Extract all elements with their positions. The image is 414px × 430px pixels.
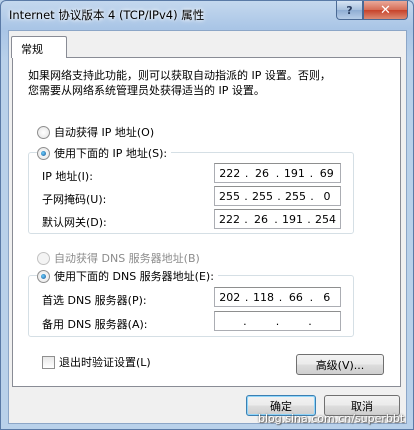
radio-auto-ip[interactable]: 自动获得 IP 地址(O) bbox=[37, 124, 154, 140]
subnet-mask-field[interactable]: 255. 255. 255. 0 bbox=[214, 186, 341, 206]
validate-on-exit-checkbox[interactable]: 退出时验证设置(L) bbox=[42, 354, 151, 370]
default-gateway-field[interactable]: 222. 26. 191. 254 bbox=[214, 209, 341, 229]
radio-manual-dns-indicator bbox=[37, 269, 50, 283]
ip-octet-3: 191 bbox=[283, 166, 305, 180]
pdns-octet-4: 6 bbox=[323, 290, 331, 304]
watermark-text: blog.sina.com.cn/superbbt bbox=[258, 412, 405, 425]
gateway-octet-4: 254 bbox=[315, 212, 336, 226]
default-gateway-label: 默认网关(D): bbox=[42, 216, 107, 229]
ip-address-label: IP 地址(I): bbox=[42, 170, 93, 183]
intro-line-1: 如果网络支持此功能，则可以获取自动指派的 IP 设置。否则， bbox=[28, 69, 331, 82]
intro-text: 如果网络支持此功能，则可以获取自动指派的 IP 设置。否则， 您需要从网络系统管… bbox=[28, 68, 368, 98]
title-bar[interactable]: Internet 协议版本 4 (TCP/IPv4) 属性 ? ✕ bbox=[1, 1, 413, 28]
gateway-octet-3: 191 bbox=[282, 212, 303, 226]
ip-octet-1: 222 bbox=[219, 166, 241, 180]
radio-manual-ip[interactable]: 使用下面的 IP 地址(S): bbox=[37, 145, 172, 161]
pdns-octet-1: 202 bbox=[219, 290, 241, 304]
radio-manual-dns[interactable]: 使用下面的 DNS 服务器地址(E): bbox=[37, 268, 218, 284]
radio-auto-ip-label: 自动获得 IP 地址(O) bbox=[54, 126, 155, 139]
mask-octet-4: 0 bbox=[323, 189, 331, 203]
preferred-dns-label: 首选 DNS 服务器(P): bbox=[42, 294, 147, 307]
preferred-dns-field[interactable]: 202. 118. 66. 6 bbox=[214, 287, 341, 307]
intro-line-2: 您需要从网络系统管理员处获得适当的 IP 设置。 bbox=[28, 84, 265, 97]
radio-manual-ip-indicator bbox=[37, 146, 50, 160]
radio-auto-dns-label: 自动获得 DNS 服务器地址(B) bbox=[54, 252, 200, 265]
close-icon: ✕ bbox=[380, 2, 391, 18]
alternate-dns-label: 备用 DNS 服务器(A): bbox=[42, 318, 148, 331]
radio-manual-ip-label: 使用下面的 IP 地址(S): bbox=[54, 147, 168, 160]
window-title: Internet 协议版本 4 (TCP/IPv4) 属性 bbox=[9, 8, 205, 22]
radio-manual-dns-label: 使用下面的 DNS 服务器地址(E): bbox=[54, 270, 214, 283]
pdns-octet-2: 118 bbox=[253, 290, 275, 304]
gateway-octet-2: 26 bbox=[254, 212, 268, 226]
help-button[interactable]: ? bbox=[336, 1, 363, 20]
ip-address-field[interactable]: 222. 26. 191. 69 bbox=[214, 163, 341, 183]
gateway-octet-1: 222 bbox=[219, 212, 240, 226]
advanced-button[interactable]: 高级(V)... bbox=[296, 354, 384, 375]
close-button[interactable]: ✕ bbox=[363, 1, 408, 20]
ip-octet-2: 26 bbox=[255, 166, 270, 180]
radio-auto-dns-indicator bbox=[37, 251, 50, 265]
radio-auto-dns[interactable]: 自动获得 DNS 服务器地址(B) bbox=[37, 250, 200, 266]
mask-octet-1: 255 bbox=[219, 189, 240, 203]
validate-on-exit-box bbox=[42, 355, 55, 369]
validate-on-exit-label: 退出时验证设置(L) bbox=[59, 356, 151, 369]
subnet-mask-label: 子网掩码(U): bbox=[42, 193, 107, 206]
alternate-dns-field[interactable]: . . . bbox=[214, 311, 341, 331]
pdns-octet-3: 66 bbox=[288, 290, 303, 304]
radio-auto-ip-indicator bbox=[37, 125, 50, 139]
mask-octet-2: 255 bbox=[252, 189, 273, 203]
help-icon: ? bbox=[346, 3, 353, 17]
tab-general[interactable]: 常规 bbox=[11, 36, 67, 58]
ip-octet-4: 69 bbox=[319, 166, 334, 180]
mask-octet-3: 255 bbox=[285, 189, 306, 203]
